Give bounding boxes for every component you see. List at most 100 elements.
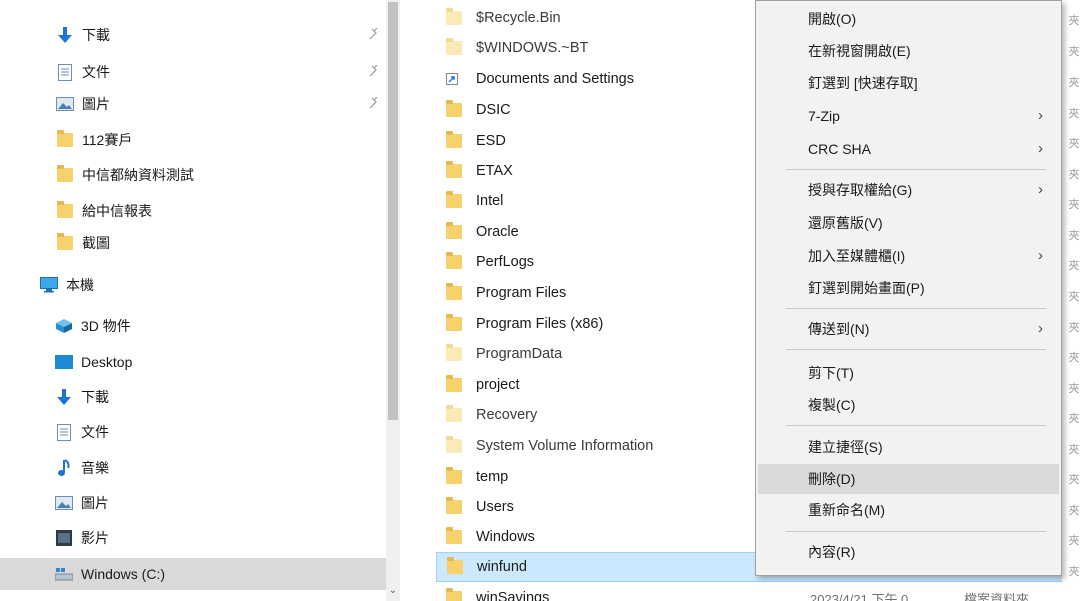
nav-item-downloads-quick[interactable]: 下載 [0,20,386,50]
pictures-icon [56,95,74,113]
menu-item-crc-sha[interactable]: CRC SHA › [758,134,1059,164]
document-icon [56,63,74,81]
nav-item-music[interactable]: 音樂 [0,453,386,483]
file-name: Documents and Settings [476,71,634,87]
folder-icon [446,38,462,57]
nav-item-label: 中信都納資料測試 [82,167,194,183]
submenu-chevron-icon: › [1038,181,1043,198]
file-name: $WINDOWS.~BT [476,40,589,56]
submenu-chevron-icon: › [1038,320,1043,337]
menu-item-include-library[interactable]: 加入至媒體櫃(I) › [758,241,1059,271]
menu-item-7zip[interactable]: 7-Zip › [758,101,1059,131]
menu-item-label: 7-Zip [808,108,840,124]
file-name: $Recycle.Bin [476,10,561,26]
pin-icon[interactable] [368,65,380,77]
menu-separator [786,308,1046,309]
menu-item-send-to[interactable]: 傳送到(N) › [758,314,1059,344]
drive-icon [55,565,73,583]
menu-item-rename[interactable]: 重新命名(M) [758,495,1059,525]
document-icon [55,423,73,441]
nav-item-this-pc[interactable]: 本機 [0,270,386,300]
folder-icon [446,131,462,150]
folder-icon [446,100,462,119]
file-name: ESD [476,133,506,149]
file-name: temp [476,469,509,485]
file-name: Intel [476,193,504,209]
menu-item-give-access[interactable]: 授與存取權給(G) › [758,175,1059,205]
type-glyph: 夾 [1068,291,1080,303]
scroll-down-arrow-icon[interactable]: ⌄ [388,585,398,597]
nav-item-label: 影片 [81,530,109,546]
type-glyph: 夾 [1068,383,1080,395]
menu-item-label: 開啟(O) [808,11,857,27]
menu-item-create-shortcut[interactable]: 建立捷徑(S) [758,432,1059,462]
pin-icon[interactable] [368,28,380,40]
menu-item-label: 授與存取權給(G) [808,182,913,198]
download-arrow-icon [55,388,73,406]
type-glyph: 夾 [1068,566,1080,578]
menu-item-label: 刪除(D) [808,471,856,487]
menu-item-cut[interactable]: 剪下(T) [758,358,1059,388]
menu-item-pin-quick-access[interactable]: 釘選到 [快速存取] [758,68,1059,98]
folder-icon [446,8,462,27]
file-name: Windows [476,529,535,545]
context-menu: 開啟(O) 在新視窗開啟(E) 釘選到 [快速存取] 7-Zip › CRC S… [755,0,1062,576]
file-name: Recovery [476,407,538,423]
nav-item-videos[interactable]: 影片 [0,523,386,553]
folder-icon [56,165,74,184]
folder-icon [446,314,462,333]
menu-item-properties[interactable]: 內容(R) [758,537,1059,567]
video-icon [55,529,73,547]
file-name: PerfLogs [476,254,535,270]
menu-item-delete[interactable]: 刪除(D) [758,464,1059,494]
nav-item-label: 音樂 [81,460,109,476]
folder-icon [446,191,462,210]
pin-icon[interactable] [368,97,380,109]
nav-item-pictures-quick[interactable]: 圖片 [0,89,386,119]
nav-item-folder-test[interactable]: 中信都納資料測試 [0,160,386,190]
menu-item-label: 加入至媒體櫃(I) [808,248,906,264]
menu-item-open-new-window[interactable]: 在新視窗開啟(E) [758,36,1059,66]
nav-item-desktop[interactable]: Desktop [0,347,386,377]
folder-icon [446,497,462,516]
file-name: Oracle [476,224,519,240]
type-glyph: 夾 [1068,322,1080,334]
file-date: 2023/4/21 下午 0... [810,591,920,601]
nav-item-documents[interactable]: 文件 [0,417,386,447]
nav-item-label: 給中信報表 [82,203,152,219]
menu-item-open[interactable]: 開啟(O) [758,4,1059,34]
nav-scrollbar[interactable]: ⌄ [386,0,400,601]
type-glyph: 夾 [1068,199,1080,211]
folder-icon [446,467,462,486]
nav-item-folder-screenshots[interactable]: 截圖 [0,228,386,258]
file-name: winSavings [476,590,550,601]
menu-item-label: 複製(C) [808,397,856,413]
menu-item-label: 剪下(T) [808,365,854,381]
file-name: System Volume Information [476,438,654,454]
file-type: 檔案資料夾 [964,591,1030,601]
type-glyph: 夾 [1068,260,1080,272]
type-glyph: 夾 [1068,77,1080,89]
nav-item-documents-quick[interactable]: 文件 [0,57,386,87]
nav-item-label: 112賽戶 [82,132,133,148]
type-glyph: 夾 [1068,535,1080,547]
nav-scrollbar-thumb[interactable] [388,2,398,420]
type-glyph: 夾 [1068,46,1080,58]
folder-icon [446,527,462,546]
menu-item-copy[interactable]: 複製(C) [758,390,1059,420]
nav-item-pictures[interactable]: 圖片 [0,488,386,518]
menu-item-pin-start[interactable]: 釘選到開始畫面(P) [758,273,1059,303]
nav-item-folder-112[interactable]: 112賽戶 [0,125,386,155]
menu-separator [786,425,1046,426]
nav-item-3d-objects[interactable]: 3D 物件 [0,311,386,341]
menu-item-label: 釘選到 [快速存取] [808,75,918,91]
desktop-icon [55,353,73,371]
nav-item-windows-c[interactable]: Windows (C:) [0,558,386,590]
nav-item-folder-report[interactable]: 給中信報表 [0,196,386,226]
file-row[interactable]: winSavings 2023/4/21 下午 0... 檔案資料夾 [436,583,1087,601]
file-name: ProgramData [476,346,563,362]
folder-icon [447,557,463,576]
nav-item-label: 文件 [82,64,110,80]
nav-item-downloads[interactable]: 下載 [0,382,386,412]
menu-item-restore-previous[interactable]: 還原舊版(V) [758,208,1059,238]
